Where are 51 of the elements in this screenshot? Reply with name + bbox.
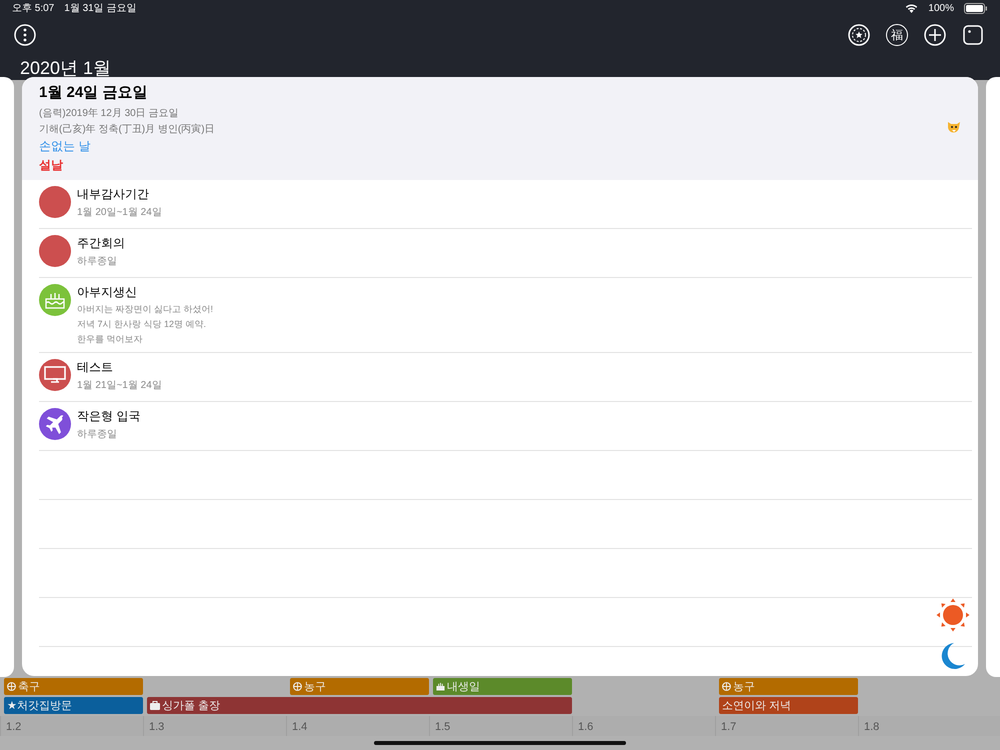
event-detail: 저녁 7시 한사랑 식당 12명 예약. (77, 318, 208, 331)
event-detail: 아버지는 짜장면이 싫다고 하셨어! (77, 303, 214, 316)
calendar-event[interactable]: 농구 (719, 678, 858, 695)
event-title: 주간회의 (77, 235, 125, 252)
cake-icon (436, 682, 445, 691)
battery-percent: 100% (928, 2, 954, 14)
moon-icon[interactable] (940, 642, 966, 670)
calendar-event[interactable]: 소연이와 저녁 (719, 697, 858, 714)
monitor-icon (44, 366, 66, 384)
event-title: 아부지생신 (77, 284, 138, 301)
event-detail: 한우를 먹어보자 (77, 333, 144, 346)
status-date: 1월 31일 금요일 (64, 2, 136, 16)
star-badge-icon[interactable] (848, 24, 870, 46)
calendar-event[interactable]: 싱가폴 출장 (147, 697, 572, 714)
day-title: 1월 24일 금요일 (39, 83, 148, 102)
lucky-day-label: 손없는 날 (39, 138, 92, 155)
event-row[interactable]: 주간회의 하루종일 (39, 229, 972, 278)
sun-icon[interactable] (936, 598, 970, 632)
calendar-event[interactable]: ★처갓집방문 (4, 697, 143, 714)
event-detail: 하루종일 (77, 428, 118, 441)
ball-icon (7, 682, 16, 691)
event-detail: 하루종일 (77, 255, 118, 268)
event-row[interactable]: 테스트 1월 21일~1월 24일 (39, 353, 972, 402)
battery-icon (964, 2, 988, 14)
tiger-icon (947, 121, 961, 134)
event-title: 테스트 (77, 359, 114, 376)
briefcase-icon (150, 701, 160, 710)
airplane-icon (44, 413, 66, 435)
wifi-icon (905, 3, 918, 14)
event-title: 작은형 입국 (77, 408, 140, 425)
event-title: 내부감사기간 (77, 186, 150, 203)
cake-icon (44, 290, 66, 310)
event-row[interactable]: 아부지생신 아버지는 짜장면이 싫다고 하셨어! 저녁 7시 한사랑 식당 12명 예약. 한우를 먹어보자 (39, 278, 972, 353)
event-detail: 1월 21일~1월 24일 (77, 379, 162, 392)
calendar-event[interactable]: 내생일 (433, 678, 572, 695)
square-dot-icon[interactable] (962, 24, 984, 46)
calendar-event[interactable]: 축구 (4, 678, 143, 695)
holiday-label: 설날 (39, 157, 64, 174)
month-title: 2020년 1월 (19, 57, 112, 80)
add-icon[interactable] (924, 24, 946, 46)
event-row[interactable]: 작은형 입국 하루종일 (39, 402, 972, 451)
ganji-date: 기해(己亥)年 정축(丁丑)月 병인(丙寅)日 (39, 122, 216, 136)
more-menu-icon[interactable] (14, 24, 36, 46)
calendar-event[interactable]: 농구 (290, 678, 429, 695)
fortune-button[interactable]: 福 (886, 24, 908, 46)
ball-icon (293, 682, 302, 691)
ball-icon (722, 682, 731, 691)
event-row[interactable]: 내부감사기간 1월 20일~1월 24일 (39, 180, 972, 229)
lunar-date: (음력)2019年 12月 30日 금요일 (39, 107, 180, 120)
status-time: 오후 5:07 (12, 2, 54, 16)
event-detail: 1월 20일~1월 24일 (77, 206, 162, 219)
